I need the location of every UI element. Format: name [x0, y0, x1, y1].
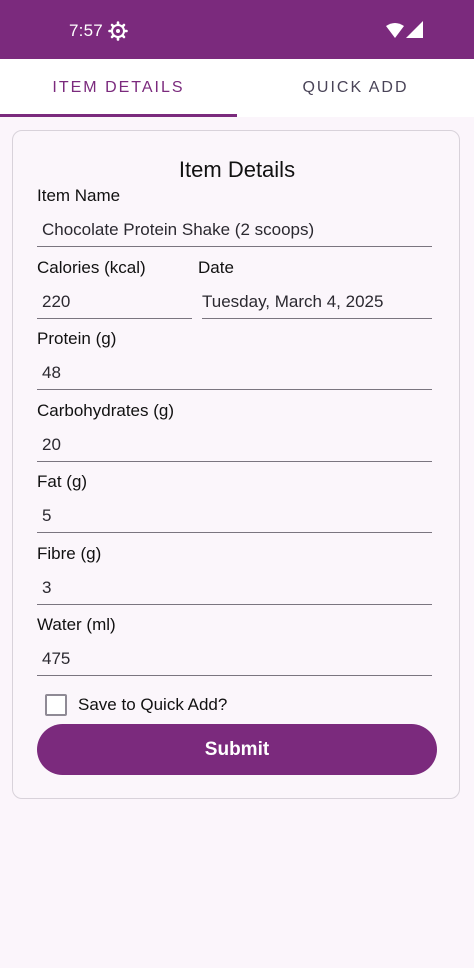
- calories-label: Calories (kcal): [37, 258, 146, 277]
- tab-bar: ITEM DETAILS QUICK ADD: [0, 59, 474, 117]
- date-field: [202, 287, 432, 319]
- status-time: 7:57: [69, 21, 103, 40]
- fibre-label: Fibre (g): [37, 544, 102, 563]
- save-quick-add-checkbox[interactable]: [45, 694, 67, 716]
- carbohydrates-label: Carbohydrates (g): [37, 401, 175, 420]
- save-quick-add-label: Save to Quick Add?: [78, 695, 228, 714]
- protein-label: Protein (g): [37, 329, 117, 348]
- gear-icon: [108, 21, 128, 41]
- carbohydrates-field: [37, 430, 432, 462]
- signal-icon: [406, 21, 423, 38]
- fibre-field: [37, 573, 432, 605]
- carbohydrates-input[interactable]: [42, 430, 427, 460]
- status-bar: 7:57: [0, 0, 474, 59]
- item-name-input[interactable]: [42, 215, 427, 245]
- submit-button[interactable]: Submit: [37, 724, 437, 775]
- date-label: Date: [198, 258, 234, 277]
- water-input[interactable]: [42, 644, 427, 674]
- fat-field: [37, 501, 432, 533]
- fat-input[interactable]: [42, 501, 427, 531]
- tab-quick-add[interactable]: QUICK ADD: [237, 59, 474, 117]
- date-input[interactable]: [202, 287, 432, 317]
- active-tab-indicator: [0, 114, 237, 117]
- calories-field: [37, 287, 192, 319]
- fibre-input[interactable]: [42, 573, 427, 603]
- tab-item-details[interactable]: ITEM DETAILS: [0, 59, 237, 117]
- form-title: Item Details: [178, 157, 296, 182]
- water-field: [37, 644, 432, 676]
- fat-label: Fat (g): [37, 472, 88, 491]
- item-name-field: [37, 215, 432, 247]
- save-quick-add-checkbox-row[interactable]: Save to Quick Add?: [45, 693, 227, 717]
- protein-field: [37, 358, 432, 390]
- protein-input[interactable]: [42, 358, 427, 388]
- water-label: Water (ml): [37, 615, 116, 634]
- item-name-label: Item Name: [37, 186, 121, 205]
- calories-input[interactable]: [42, 287, 187, 317]
- wifi-icon: [386, 23, 404, 38]
